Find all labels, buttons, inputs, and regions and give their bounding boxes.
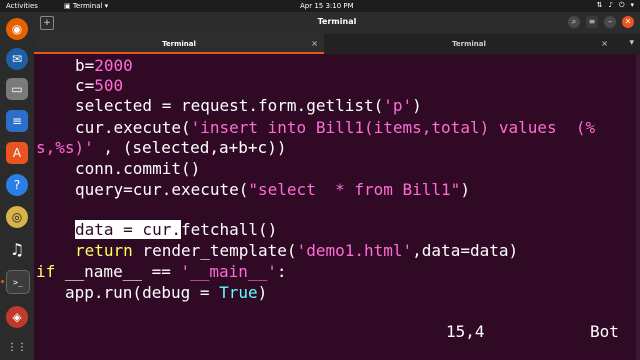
code-line: app.run(debug = True) bbox=[65, 283, 268, 302]
chevron-down-icon: ▾ bbox=[630, 1, 634, 9]
running-indicator bbox=[1, 280, 4, 283]
code-line: selected = request.form.getlist('p') bbox=[75, 96, 422, 115]
close-icon[interactable]: ✕ bbox=[622, 16, 634, 28]
window-titlebar: + Terminal ⌕ ≡ – ✕ bbox=[34, 12, 640, 34]
code-line: b=2000 bbox=[75, 56, 133, 75]
scrollbar[interactable] bbox=[636, 54, 640, 360]
search-icon[interactable]: ⌕ bbox=[568, 16, 580, 28]
music-icon[interactable]: ♫ bbox=[6, 238, 28, 260]
window-title: Terminal bbox=[317, 17, 357, 26]
network-icon: ⇅ bbox=[596, 1, 603, 9]
code-line: cur.execute('insert into Bill1(items,tot… bbox=[75, 118, 596, 137]
tab-bar: Terminal × Terminal × ▾ bbox=[34, 34, 640, 54]
code-line: if __name__ == '__main__': bbox=[36, 262, 287, 281]
selected-text: data = cur. bbox=[75, 220, 181, 239]
terminal-icon[interactable]: >_ bbox=[6, 270, 30, 294]
activities-button[interactable]: Activities bbox=[6, 2, 38, 10]
code-line: s,%s)' , (selected,a+b+c)) bbox=[36, 138, 287, 157]
tabs-menu-icon[interactable]: ▾ bbox=[629, 38, 634, 48]
close-icon[interactable]: × bbox=[311, 39, 318, 48]
code-line: return render_template('demo1.html',data… bbox=[75, 241, 519, 260]
tab-label: Terminal bbox=[452, 40, 486, 48]
writer-icon[interactable]: ≡ bbox=[6, 110, 28, 132]
show-apps-icon[interactable]: ⋮⋮ bbox=[6, 336, 28, 358]
tab-terminal-1[interactable]: Terminal × bbox=[34, 34, 324, 54]
code-line: c=500 bbox=[75, 76, 124, 95]
help-icon[interactable]: ? bbox=[6, 174, 28, 196]
tab-label: Terminal bbox=[162, 40, 196, 48]
app-menu[interactable]: ▣ Terminal ▾ bbox=[64, 2, 108, 10]
rhythmbox-icon[interactable]: ◎ bbox=[6, 206, 28, 228]
code-line: data = cur.fetchall() bbox=[75, 220, 278, 239]
scroll-position: Bot bbox=[590, 322, 619, 341]
gnome-top-bar: Activities ▣ Terminal ▾ Apr 15 3:10 PM ⇅… bbox=[0, 0, 640, 12]
firefox-icon[interactable]: ◉ bbox=[6, 18, 28, 40]
code-line: query=cur.execute("select * from Bill1") bbox=[75, 180, 470, 199]
menu-icon[interactable]: ≡ bbox=[586, 16, 598, 28]
software-icon[interactable]: A bbox=[6, 142, 28, 164]
cursor-position: 15,4 bbox=[446, 322, 485, 341]
app-icon[interactable]: ◈ bbox=[6, 306, 28, 328]
clock[interactable]: Apr 15 3:10 PM bbox=[300, 2, 354, 10]
code-line: conn.commit() bbox=[75, 159, 201, 178]
tab-terminal-2[interactable]: Terminal × bbox=[324, 34, 614, 54]
power-icon: ⏻ bbox=[618, 1, 625, 9]
terminal-content[interactable]: b=2000 c=500 selected = request.form.get… bbox=[34, 54, 640, 360]
app-menu-label: Terminal bbox=[72, 2, 103, 10]
dock: ◉ ✉ ▭ ≡ A ? ◎ ♫ >_ ◈ ⋮⋮ bbox=[0, 12, 34, 360]
thunderbird-icon[interactable]: ✉ bbox=[6, 48, 28, 70]
volume-icon: ♪ bbox=[608, 1, 613, 9]
files-icon[interactable]: ▭ bbox=[6, 78, 28, 100]
close-icon[interactable]: × bbox=[601, 39, 608, 48]
system-tray[interactable]: ⇅ ♪ ⏻ ▾ bbox=[597, 1, 634, 10]
minimize-icon[interactable]: – bbox=[604, 16, 616, 28]
